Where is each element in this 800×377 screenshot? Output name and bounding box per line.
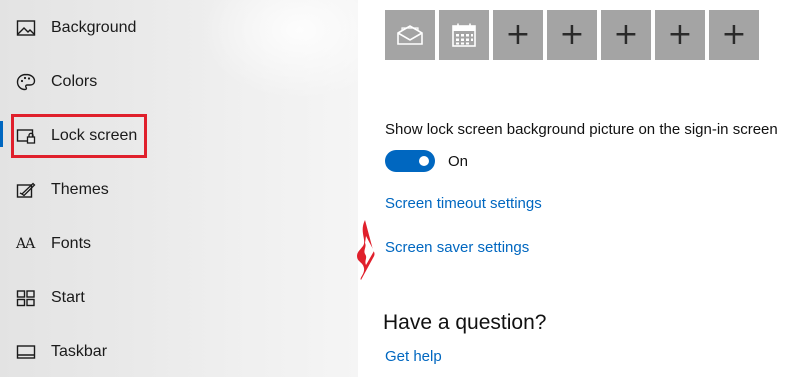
sidebar: Background Colors Lock screen Themes AA …	[0, 0, 358, 377]
toggle-knob	[419, 156, 429, 166]
sidebar-item-label: Start	[51, 289, 85, 306]
main-content: + + + + + Show lock screen background pi…	[358, 0, 800, 377]
sidebar-item-fonts[interactable]: AA Fonts	[0, 224, 300, 264]
palette-icon	[16, 73, 36, 91]
quick-status-app-calendar[interactable]	[439, 10, 489, 60]
sidebar-item-background[interactable]: Background	[0, 8, 300, 48]
fonts-icon: AA	[16, 236, 35, 252]
sidebar-item-taskbar[interactable]: Taskbar	[0, 332, 300, 372]
add-quick-status-app-button[interactable]: +	[547, 10, 597, 60]
plus-icon: +	[721, 17, 747, 52]
sidebar-item-label: Colors	[51, 73, 98, 90]
taskbar-icon	[16, 343, 36, 361]
question-heading: Have a question?	[383, 311, 547, 334]
start-icon	[16, 289, 36, 307]
plus-icon: +	[559, 17, 585, 52]
sidebar-item-label: Taskbar	[51, 343, 108, 360]
toggle-state-label: On	[448, 153, 469, 170]
plus-icon: +	[667, 17, 693, 52]
sidebar-item-start[interactable]: Start	[0, 278, 300, 318]
sidebar-item-label: Fonts	[51, 235, 92, 252]
plus-icon: +	[505, 17, 531, 52]
signin-background-toggle[interactable]	[385, 150, 435, 172]
annotation-highlight-box	[11, 114, 147, 158]
quick-status-app-mail[interactable]	[385, 10, 435, 60]
sidebar-item-colors[interactable]: Colors	[0, 62, 300, 102]
screen-saver-settings-link[interactable]: Screen saver settings	[385, 239, 529, 256]
screen-timeout-settings-link[interactable]: Screen timeout settings	[385, 195, 542, 212]
add-quick-status-app-button[interactable]: +	[493, 10, 543, 60]
get-help-link[interactable]: Get help	[385, 348, 442, 365]
themes-icon	[16, 181, 36, 199]
calendar-icon	[451, 22, 477, 48]
plus-icon: +	[613, 17, 639, 52]
sidebar-item-label: Background	[51, 19, 137, 36]
signin-background-setting-label: Show lock screen background picture on t…	[385, 121, 778, 138]
add-quick-status-app-button[interactable]: +	[709, 10, 759, 60]
add-quick-status-app-button[interactable]: +	[655, 10, 705, 60]
annotation-arrow	[357, 220, 375, 280]
add-quick-status-app-button[interactable]: +	[601, 10, 651, 60]
sidebar-item-label: Themes	[51, 181, 109, 198]
mail-icon	[396, 24, 424, 46]
sidebar-item-themes[interactable]: Themes	[0, 170, 300, 210]
background-icon	[16, 19, 36, 37]
